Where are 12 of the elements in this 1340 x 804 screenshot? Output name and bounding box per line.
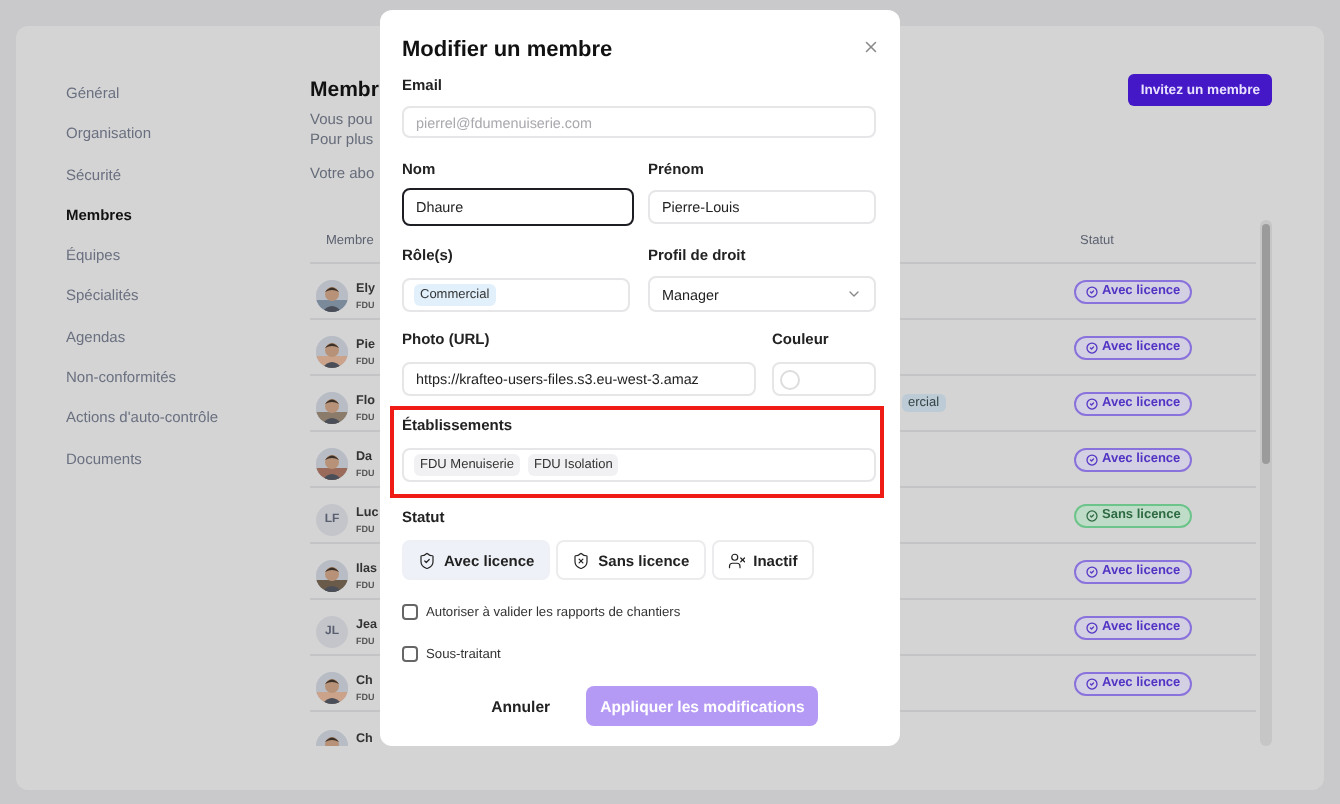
- page-title: Membr: [310, 78, 379, 102]
- color-swatch: [780, 369, 800, 389]
- scrollbar[interactable]: [1260, 220, 1272, 746]
- color-field[interactable]: [772, 362, 876, 396]
- shield-icon: [418, 551, 436, 569]
- dialog-title: Modifier un membre: [402, 36, 613, 64]
- checkbox[interactable]: [402, 646, 418, 662]
- shield-icon: [572, 551, 591, 569]
- close-icon: [861, 37, 879, 55]
- user-icon: [727, 551, 746, 569]
- chevron-icon: [846, 286, 862, 302]
- checkbox[interactable]: [402, 604, 418, 620]
